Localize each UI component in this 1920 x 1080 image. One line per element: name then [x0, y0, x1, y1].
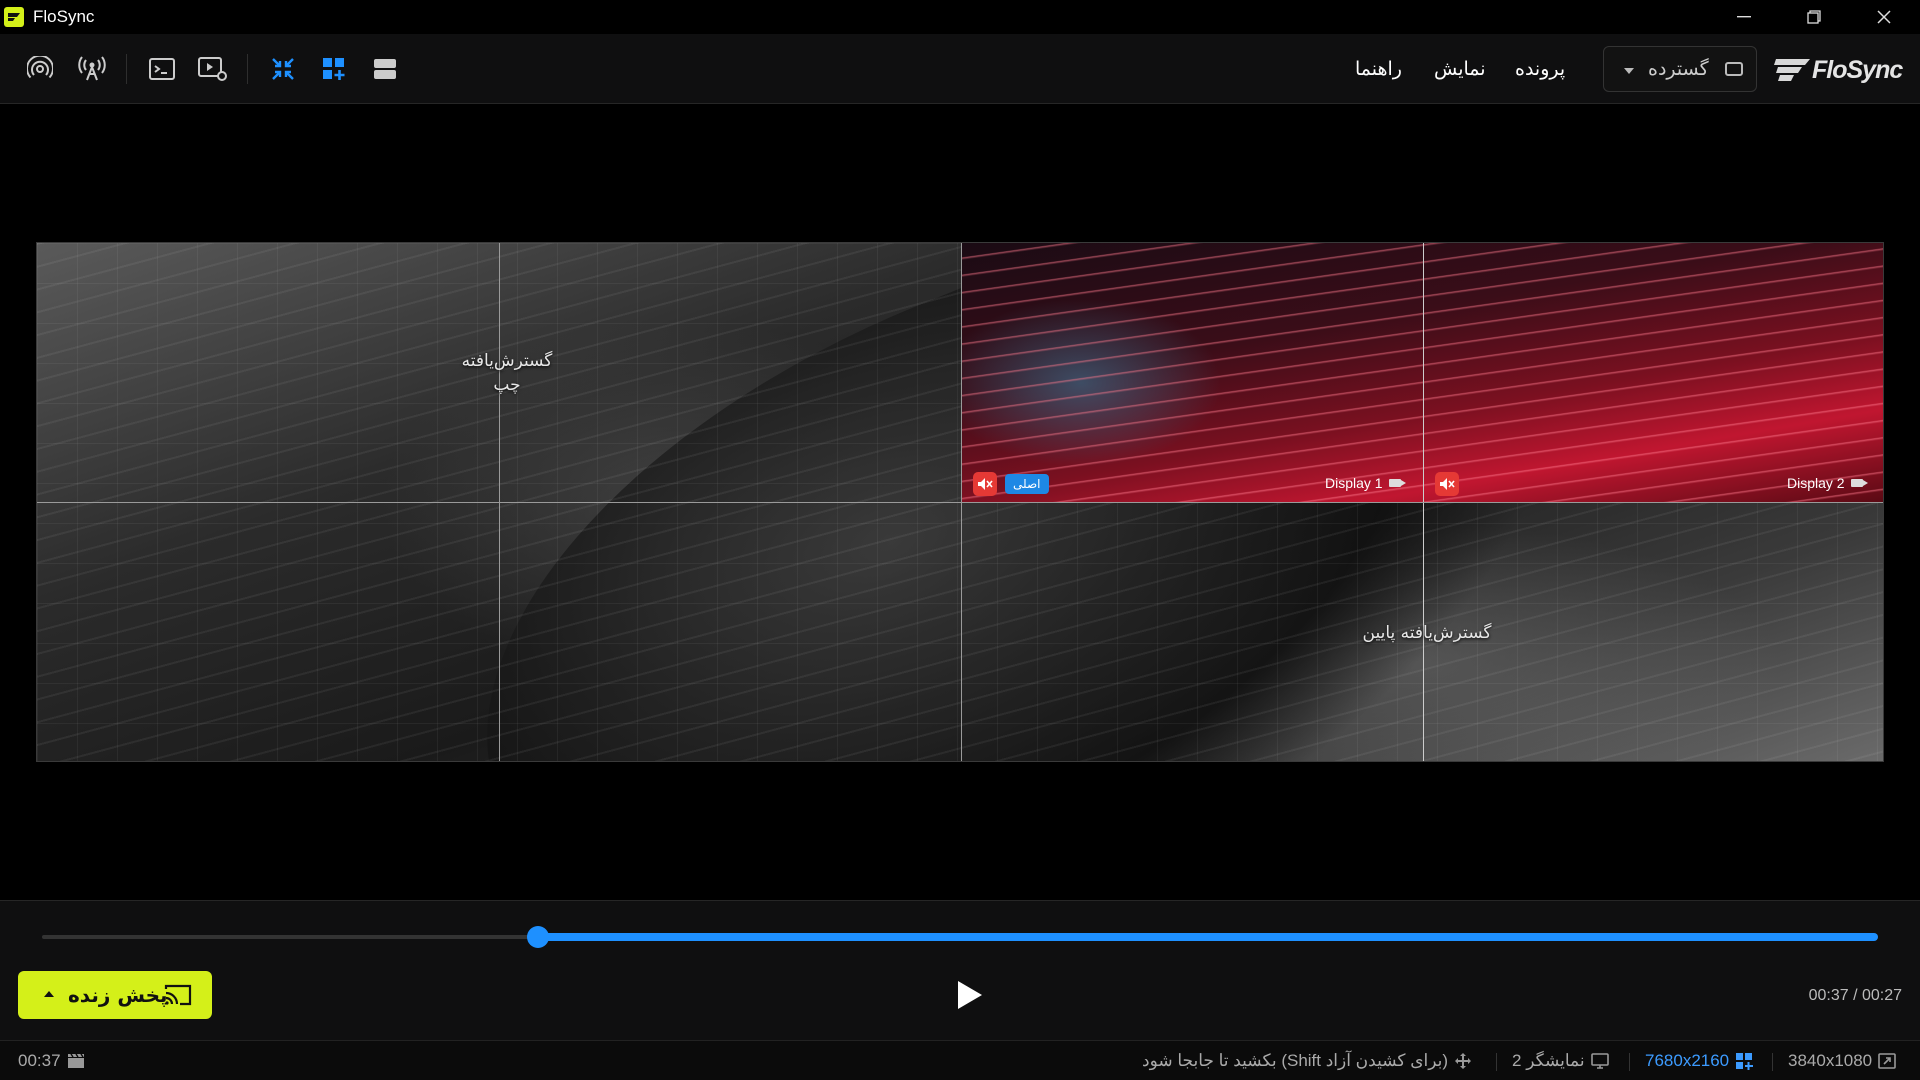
- display-1-label: Display 1: [1325, 475, 1406, 491]
- brand-name: FloSync: [1812, 55, 1903, 84]
- screen-icon: [1725, 62, 1743, 76]
- rows-icon[interactable]: [367, 51, 403, 87]
- video-settings-icon[interactable]: [195, 51, 231, 87]
- play-button[interactable]: [958, 981, 982, 1009]
- display-mode-select[interactable]: گسترده: [1603, 46, 1757, 92]
- camera-icon: [1850, 479, 1868, 487]
- canvas-resolution-text: 7680x2160: [1645, 1051, 1730, 1070]
- move-icon: [1455, 1053, 1471, 1069]
- app-title: FloSync: [33, 7, 95, 26]
- display-2-label: Display 2: [1787, 475, 1868, 491]
- toolbar-divider: [126, 54, 127, 84]
- canvas-resolution: 7680x2160: [1645, 1051, 1754, 1071]
- zone-label-left: گسترش‌یافته چپ: [461, 351, 553, 395]
- restore-button[interactable]: [1786, 0, 1842, 34]
- display-mode-value: گسترده: [1648, 58, 1709, 80]
- terminal-icon[interactable]: [144, 51, 180, 87]
- duration-item: 00:37: [18, 1051, 85, 1071]
- brand-logo-icon: [1774, 59, 1810, 81]
- grid-icon: [1736, 1053, 1754, 1070]
- resize-icon: [1878, 1053, 1896, 1069]
- display-2-name: Display 2: [1787, 475, 1845, 491]
- chevron-up-icon: [44, 991, 54, 997]
- menu-file[interactable]: پرونده: [1515, 58, 1565, 80]
- timeline-thumb[interactable]: [527, 926, 549, 948]
- display-count-text: 2 نمایشگر: [1512, 1051, 1585, 1070]
- chevron-down-icon: [1624, 68, 1634, 74]
- display-count: 2 نمایشگر: [1512, 1051, 1609, 1071]
- clapperboard-icon: [67, 1053, 84, 1068]
- close-button[interactable]: [1856, 0, 1912, 34]
- display-resolution-text: 3840x1080: [1788, 1051, 1873, 1070]
- title-bar: FloSync: [0, 0, 1920, 34]
- duration-value: 00:37: [18, 1051, 61, 1070]
- menu-view[interactable]: نمایش: [1434, 58, 1486, 80]
- timeline-progress: [538, 933, 1878, 941]
- primary-badge: اصلی: [1005, 474, 1049, 494]
- status-bar: 00:37 بکشید تا جابجا شود (Shift برای کشی…: [0, 1040, 1920, 1080]
- zone-label-bottom: گسترش‌یافته پایین: [1362, 623, 1492, 643]
- muted-icon[interactable]: [1435, 472, 1459, 496]
- live-broadcast-button[interactable]: پخش زنده: [18, 971, 212, 1019]
- drag-hint: بکشید تا جابجا شود (Shift برای کشیدن آزا…: [1142, 1051, 1472, 1071]
- drag-hint-text: بکشید تا جابجا شود (Shift برای کشیدن آزا…: [1142, 1051, 1448, 1070]
- display-1-name: Display 1: [1325, 475, 1383, 491]
- display-resolution: 3840x1080: [1788, 1051, 1896, 1071]
- camera-icon: [1388, 479, 1406, 487]
- app-logo-icon: [4, 7, 24, 27]
- broadcast-icon[interactable]: [22, 51, 58, 87]
- grid-line: [37, 502, 1883, 503]
- time-readout: 00:37 / 00:27: [1808, 987, 1902, 1004]
- cast-icon: [164, 984, 192, 1006]
- live-broadcast-label: پخش زنده: [68, 983, 168, 1007]
- monitor-icon: [1590, 1053, 1609, 1069]
- menu-help[interactable]: راهنما: [1355, 58, 1402, 80]
- minimize-button[interactable]: [1716, 0, 1772, 34]
- toolbar-divider: [247, 54, 248, 84]
- brand-logo: FloSync: [1772, 52, 1903, 88]
- muted-icon[interactable]: [973, 472, 997, 496]
- antenna-icon[interactable]: [74, 51, 110, 87]
- playback-bar: پخش زنده 00:37 / 00:27: [0, 900, 1920, 1040]
- video-wall[interactable]: گسترش‌یافته چپ گسترش‌یافته پایین اصلی Di…: [36, 242, 1884, 762]
- timeline-slider[interactable]: [42, 926, 1878, 948]
- compress-icon[interactable]: [265, 51, 301, 87]
- grid-add-icon[interactable]: [316, 51, 352, 87]
- toolbar: راهنما نمایش پرونده گسترده FloSync: [0, 34, 1920, 104]
